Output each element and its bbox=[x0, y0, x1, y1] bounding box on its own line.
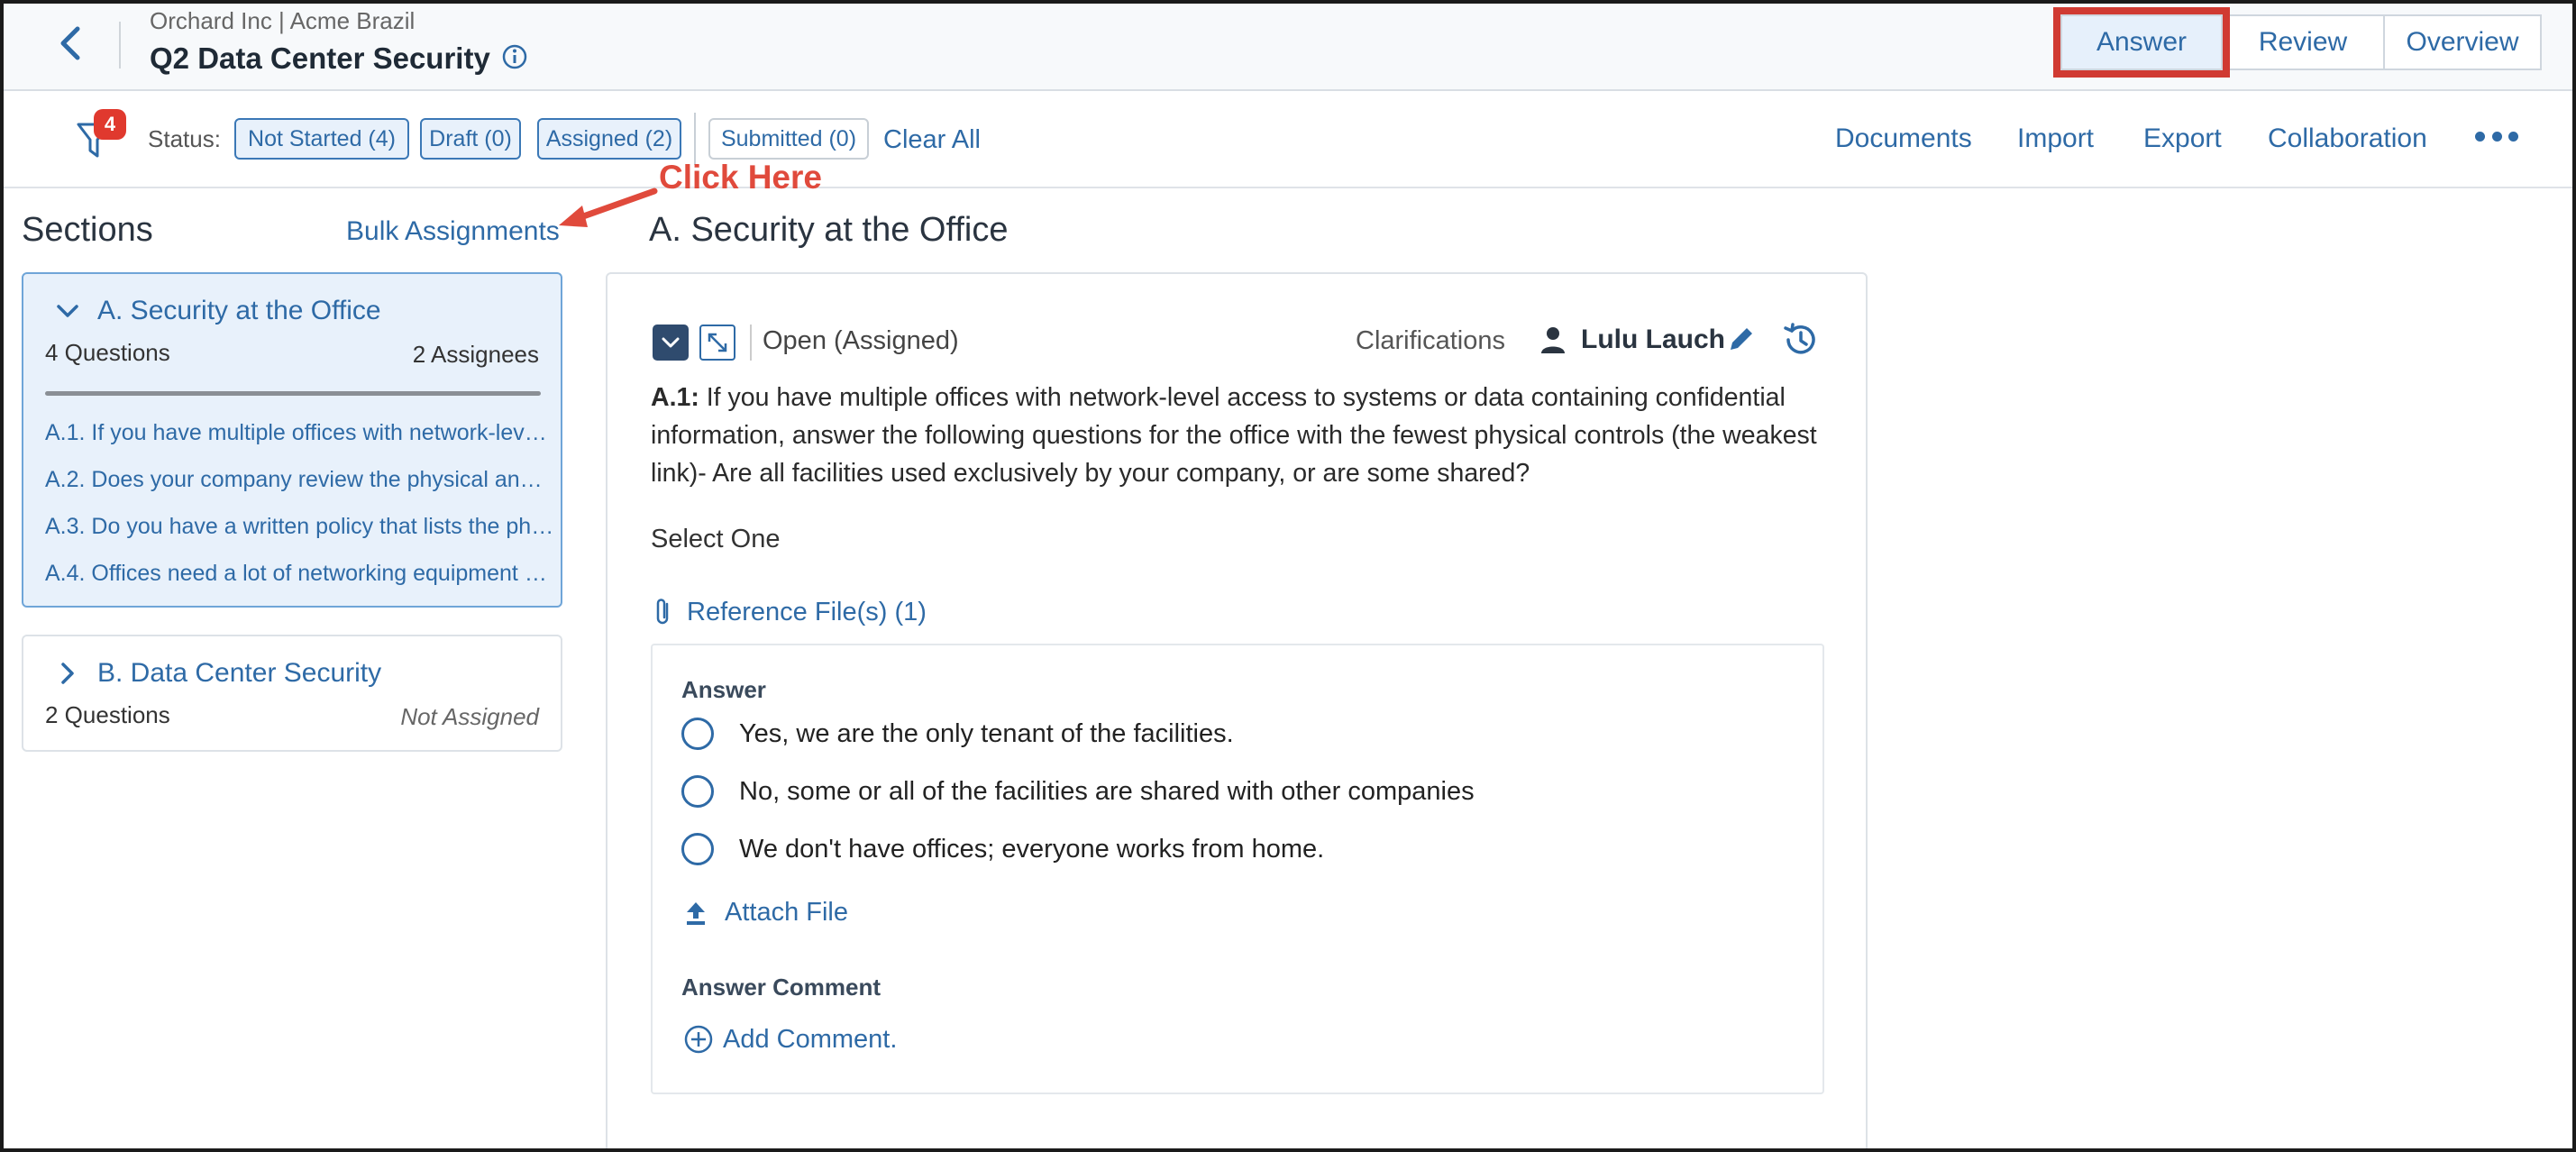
chevron-right-icon bbox=[61, 663, 74, 684]
answer-option-3[interactable]: We don't have offices; everyone works fr… bbox=[681, 833, 1324, 865]
section-card-a[interactable]: A. Security at the Office 4 Questions 2 … bbox=[22, 272, 562, 608]
history-icon[interactable] bbox=[1781, 321, 1819, 359]
status-label: Status: bbox=[148, 125, 221, 152]
export-link[interactable]: Export bbox=[2143, 123, 2222, 154]
user-icon bbox=[1541, 327, 1565, 353]
annotation-arrow-icon bbox=[559, 187, 658, 227]
tab-review[interactable]: Review bbox=[2221, 14, 2385, 70]
assignee-name: Lulu Lauch bbox=[1581, 325, 1725, 354]
documents-link[interactable]: Documents bbox=[1835, 123, 1972, 154]
filter-count-badge: 4 bbox=[94, 109, 126, 140]
breadcrumb: Orchard Inc | Acme Brazil bbox=[150, 7, 416, 34]
chevron-left-icon bbox=[60, 26, 80, 60]
add-comment-button[interactable]: Add Comment. bbox=[683, 1024, 897, 1055]
reference-files-label: Reference File(s) (1) bbox=[687, 597, 927, 626]
answer-option-label: No, some or all of the facilities are sh… bbox=[739, 776, 1475, 806]
tab-answer[interactable]: Answer bbox=[2053, 7, 2230, 78]
attach-file-button[interactable]: Attach File bbox=[685, 898, 848, 928]
expand-diagonal-icon bbox=[708, 333, 727, 352]
clarifications-link[interactable]: Clarifications bbox=[1356, 326, 1505, 356]
main-section-title: A. Security at the Office bbox=[649, 211, 1009, 249]
answer-comment-label: Answer Comment bbox=[681, 974, 882, 1001]
more-options-icon[interactable] bbox=[2475, 129, 2518, 143]
answer-label: Answer bbox=[681, 676, 766, 703]
section-b-assignees: Not Assigned bbox=[400, 703, 539, 730]
header-divider bbox=[119, 22, 121, 69]
section-a-question-count: 4 Questions bbox=[45, 339, 170, 366]
question-link-a3[interactable]: A.3. Do you have a written policy that l… bbox=[45, 514, 554, 540]
question-link-a4[interactable]: A.4. Offices need a lot of networking eq… bbox=[45, 561, 554, 587]
section-b-question-count: 2 Questions bbox=[45, 701, 170, 728]
sections-heading: Sections bbox=[22, 211, 153, 249]
answer-option-label: We don't have offices; everyone works fr… bbox=[739, 834, 1325, 864]
chip-separator bbox=[694, 113, 696, 165]
section-a-progress-bar bbox=[45, 391, 541, 396]
radio-button[interactable] bbox=[681, 833, 714, 865]
section-a-title: A. Security at the Office bbox=[97, 296, 381, 325]
chevron-down-icon bbox=[57, 305, 78, 317]
section-card-b[interactable]: B. Data Center Security 2 Questions Not … bbox=[22, 635, 562, 752]
answer-box: Answer Yes, we are the only tenant of th… bbox=[651, 644, 1824, 1094]
app-window: Orchard Inc | Acme Brazil Q2 Data Center… bbox=[0, 0, 2576, 1152]
collapse-button[interactable] bbox=[653, 325, 689, 361]
page-header: Orchard Inc | Acme Brazil Q2 Data Center… bbox=[4, 4, 2572, 91]
radio-button[interactable] bbox=[681, 718, 714, 750]
click-here-annotation: Click Here bbox=[659, 159, 822, 196]
filter-bar: 4 Status: Not Started (4) Draft (0) Assi… bbox=[4, 93, 2572, 188]
section-a-header[interactable]: A. Security at the Office bbox=[54, 296, 381, 326]
clear-all-link[interactable]: Clear All bbox=[883, 125, 981, 155]
answer-option-2[interactable]: No, some or all of the facilities are sh… bbox=[681, 775, 1475, 808]
question-link-a2[interactable]: A.2. Does your company review the physic… bbox=[45, 467, 554, 493]
section-b-title: B. Data Center Security bbox=[97, 658, 382, 688]
plus-circle-icon bbox=[684, 1025, 713, 1054]
chevron-down-icon bbox=[662, 337, 680, 348]
chip-draft[interactable]: Draft (0) bbox=[420, 118, 521, 160]
expand-button[interactable] bbox=[699, 325, 735, 361]
page-title: Q2 Data Center Security bbox=[150, 41, 490, 75]
chip-not-started[interactable]: Not Started (4) bbox=[234, 118, 409, 160]
attach-file-label: Attach File bbox=[725, 898, 848, 927]
bulk-assignments-link[interactable]: Bulk Assignments bbox=[346, 216, 560, 247]
toolbar-separator bbox=[750, 325, 752, 361]
select-hint: Select One bbox=[651, 525, 781, 553]
chip-submitted[interactable]: Submitted (0) bbox=[708, 118, 869, 160]
collaboration-link[interactable]: Collaboration bbox=[2268, 123, 2427, 154]
chip-assigned[interactable]: Assigned (2) bbox=[537, 118, 681, 160]
answer-option-label: Yes, we are the only tenant of the facil… bbox=[739, 718, 1234, 748]
back-button[interactable] bbox=[54, 23, 87, 63]
question-text: A.1: If you have multiple offices with n… bbox=[651, 379, 1850, 492]
reference-files-link[interactable]: Reference File(s) (1) bbox=[653, 597, 927, 627]
question-body: If you have multiple offices with networ… bbox=[651, 383, 1817, 488]
view-tabs: Answer Review Overview bbox=[2053, 7, 2542, 78]
answer-option-1[interactable]: Yes, we are the only tenant of the facil… bbox=[681, 718, 1234, 750]
pencil-icon[interactable] bbox=[1725, 323, 1758, 355]
radio-button[interactable] bbox=[681, 775, 714, 808]
question-id: A.1: bbox=[651, 383, 699, 412]
question-link-a1[interactable]: A.1. If you have multiple offices with n… bbox=[45, 420, 554, 446]
section-a-assignees: 2 Assignees bbox=[412, 341, 539, 368]
question-panel: Open (Assigned) Clarifications Lulu Lauc… bbox=[606, 272, 1868, 1148]
question-status: Open (Assigned) bbox=[763, 326, 959, 355]
import-link[interactable]: Import bbox=[2017, 123, 2094, 154]
tab-overview[interactable]: Overview bbox=[2383, 14, 2542, 70]
section-b-header[interactable]: B. Data Center Security bbox=[54, 658, 381, 689]
info-icon[interactable] bbox=[501, 43, 528, 70]
paperclip-icon bbox=[656, 599, 669, 625]
add-comment-label: Add Comment. bbox=[723, 1024, 898, 1054]
upload-icon bbox=[687, 901, 705, 925]
